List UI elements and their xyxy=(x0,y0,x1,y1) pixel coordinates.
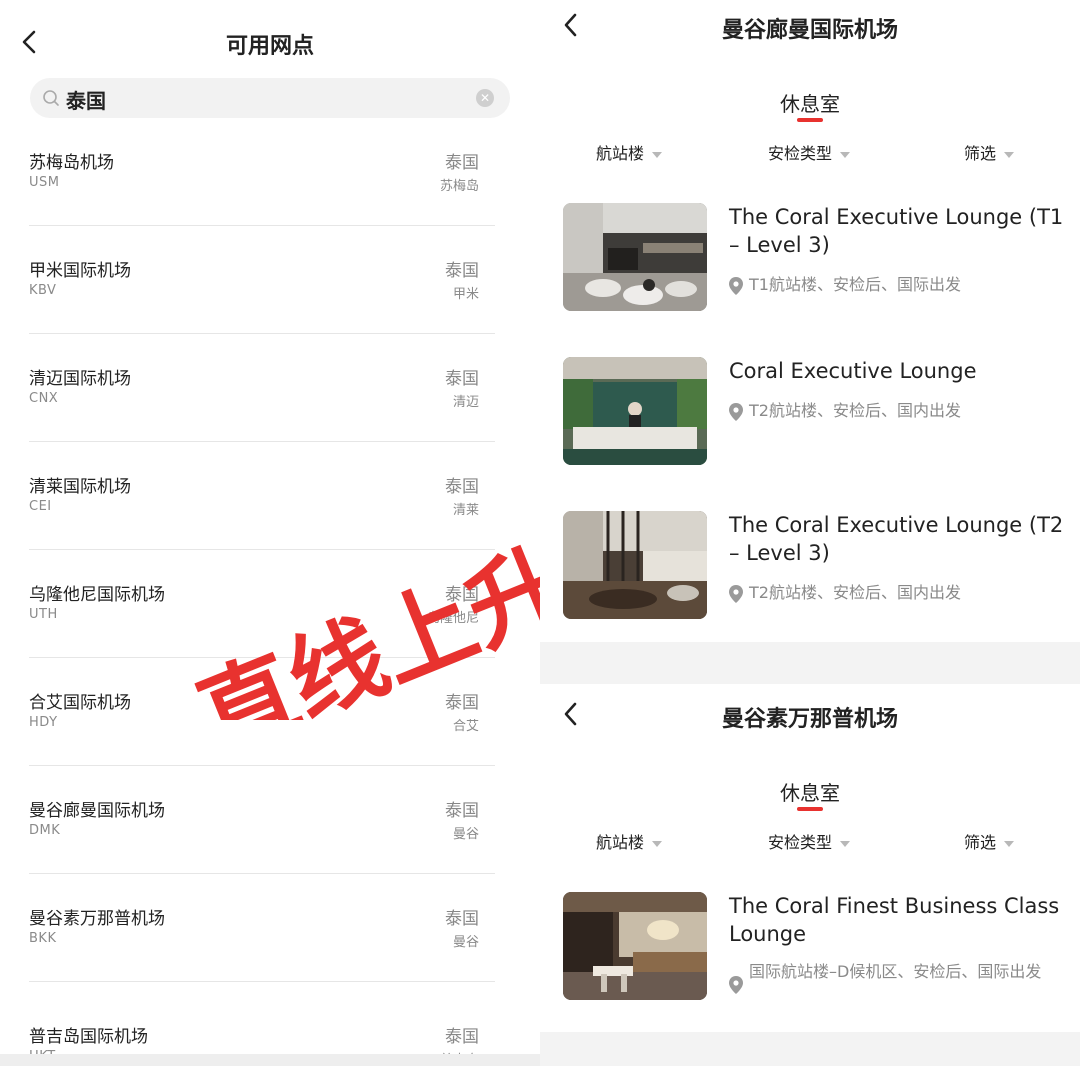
bkk-lounge-panel: 曼谷素万那普机场 休息室 航站楼 安检类型 筛选 The Coral Fines… xyxy=(540,684,1080,1032)
filter-security-type[interactable]: 安检类型 xyxy=(768,140,851,164)
location-pin-icon xyxy=(729,277,743,295)
lounge-photo xyxy=(563,892,707,1000)
airport-country: 泰国 xyxy=(445,801,479,821)
search-input[interactable]: 泰国 ✕ xyxy=(30,78,510,118)
list-item[interactable]: 合艾国际机场 HDY 泰国 合艾 xyxy=(0,658,540,766)
caret-down-icon xyxy=(652,151,663,158)
airport-country: 泰国 xyxy=(445,369,479,389)
airport-code: HDY xyxy=(29,715,58,730)
airport-country: 泰国 xyxy=(445,693,479,713)
tab-lounge[interactable]: 休息室 xyxy=(778,777,842,806)
lounge-name: The Coral Executive Lounge (T1 – Level 3… xyxy=(729,205,1064,257)
airport-country: 泰国 xyxy=(445,1027,479,1047)
filter-label: 安检类型 xyxy=(768,144,833,163)
bottom-bar xyxy=(0,1054,540,1066)
airport-name: 甲米国际机场 xyxy=(29,261,131,281)
list-item[interactable]: 苏梅岛机场 USM 泰国 苏梅岛 xyxy=(0,118,540,226)
airport-code: UTH xyxy=(29,607,58,622)
filter-bar: 航站楼 安检类型 筛选 xyxy=(540,140,1080,164)
search-value[interactable]: 泰国 xyxy=(66,85,106,114)
airport-code: CEI xyxy=(29,499,52,514)
airport-name: 苏梅岛机场 xyxy=(29,153,114,173)
caret-down-icon xyxy=(1004,151,1015,158)
clear-search-icon[interactable]: ✕ xyxy=(476,89,494,107)
location-pin-icon xyxy=(729,976,743,994)
lounge-photo xyxy=(563,357,707,465)
lounge-photo xyxy=(563,203,707,311)
dmk-lounge-panel: 曼谷廊曼国际机场 休息室 航站楼 安检类型 筛选 The Coral Execu… xyxy=(540,0,1080,642)
airport-city: 清迈 xyxy=(452,395,479,410)
tab-indicator xyxy=(797,807,823,811)
list-item[interactable]: 清莱国际机场 CEI 泰国 清莱 xyxy=(0,442,540,550)
airport-name: 合艾国际机场 xyxy=(29,693,131,713)
lounge-location: T2航站楼、安检后、国内出发 xyxy=(729,581,1059,605)
lounge-location: T2航站楼、安检后、国内出发 xyxy=(729,399,1059,423)
tab-indicator xyxy=(797,118,823,122)
filter-bar: 航站楼 安检类型 筛选 xyxy=(540,829,1080,853)
lounge-photo xyxy=(563,511,707,619)
caret-down-icon xyxy=(652,840,663,847)
airport-city: 清莱 xyxy=(452,503,479,518)
lounge-location: T1航站楼、安检后、国际出发 xyxy=(729,273,1059,297)
airport-city: 曼谷 xyxy=(452,827,479,842)
filter-label: 航站楼 xyxy=(596,833,645,852)
airport-name: 乌隆他尼国际机场 xyxy=(29,585,165,605)
filter-terminal[interactable]: 航站楼 xyxy=(596,140,663,164)
filter-more[interactable]: 筛选 xyxy=(964,829,1015,853)
airport-code: KBV xyxy=(29,283,57,298)
airport-country: 泰国 xyxy=(445,153,479,173)
tab-lounge[interactable]: 休息室 xyxy=(778,88,842,117)
filter-label: 筛选 xyxy=(964,833,997,852)
location-text: 国际航站楼–D候机区、安检后、国际出发 xyxy=(749,962,1042,981)
page-title: 曼谷素万那普机场 xyxy=(721,707,898,732)
caret-down-icon xyxy=(840,151,851,158)
page-title: 可用网点 xyxy=(225,34,314,59)
list-item[interactable]: 乌隆他尼国际机场 UTH 泰国 乌隆他尼 xyxy=(0,550,540,658)
airport-city: 曼谷 xyxy=(452,935,479,950)
airport-name: 曼谷素万那普机场 xyxy=(29,909,165,929)
list-item[interactable]: 曼谷素万那普机场 BKK 泰国 曼谷 xyxy=(0,874,540,982)
filter-security-type[interactable]: 安检类型 xyxy=(768,829,851,853)
filter-label: 安检类型 xyxy=(768,833,833,852)
search-icon xyxy=(43,90,59,106)
list-item[interactable]: 清迈国际机场 CNX 泰国 清迈 xyxy=(0,334,540,442)
filter-more[interactable]: 筛选 xyxy=(964,140,1015,164)
lounge-name: The Coral Executive Lounge (T2 – Level 3… xyxy=(729,513,1064,565)
list-item[interactable]: 曼谷廊曼国际机场 DMK 泰国 曼谷 xyxy=(0,766,540,874)
airport-city: 甲米 xyxy=(452,287,479,302)
page-title: 曼谷廊曼国际机场 xyxy=(721,18,898,43)
airport-code: DMK xyxy=(29,823,61,838)
airport-country: 泰国 xyxy=(445,477,479,497)
location-text: T2航站楼、安检后、国内出发 xyxy=(749,583,961,602)
airport-name: 普吉岛国际机场 xyxy=(29,1027,148,1047)
airport-city: 苏梅岛 xyxy=(439,179,479,194)
airport-name: 清迈国际机场 xyxy=(29,369,131,389)
location-text: T1航站楼、安检后、国际出发 xyxy=(749,275,961,294)
lounge-name: The Coral Finest Business Class Lounge xyxy=(729,894,1060,946)
lounge-name: Coral Executive Lounge xyxy=(729,359,977,383)
airport-country: 泰国 xyxy=(445,585,479,605)
location-text: T2航站楼、安检后、国内出发 xyxy=(749,401,961,420)
airport-list-screen: 可用网点 泰国 ✕ 苏梅岛机场 USM 泰国 苏梅岛 甲米国际机场 KBV 泰国… xyxy=(0,0,540,1066)
airport-city: 合艾 xyxy=(452,719,479,734)
lounge-location: 国际航站楼–D候机区、安检后、国际出发 xyxy=(729,960,1059,994)
airport-city: 乌隆他尼 xyxy=(426,611,479,626)
airport-country: 泰国 xyxy=(445,261,479,281)
filter-label: 航站楼 xyxy=(596,144,645,163)
list-item[interactable]: 甲米国际机场 KBV 泰国 甲米 xyxy=(0,226,540,334)
airport-code: USM xyxy=(29,175,60,190)
location-pin-icon xyxy=(729,585,743,603)
filter-label: 筛选 xyxy=(964,144,997,163)
caret-down-icon xyxy=(1004,840,1015,847)
lounge-screens: 曼谷廊曼国际机场 休息室 航站楼 安检类型 筛选 The Coral Execu… xyxy=(540,0,1080,1066)
airport-code: CNX xyxy=(29,391,59,406)
airport-country: 泰国 xyxy=(445,909,479,929)
caret-down-icon xyxy=(840,840,851,847)
airport-name: 清莱国际机场 xyxy=(29,477,131,497)
airport-list: 苏梅岛机场 USM 泰国 苏梅岛 甲米国际机场 KBV 泰国 甲米 清迈国际机场… xyxy=(0,118,540,1066)
filter-terminal[interactable]: 航站楼 xyxy=(596,829,663,853)
airport-name: 曼谷廊曼国际机场 xyxy=(29,801,165,821)
location-pin-icon xyxy=(729,403,743,421)
airport-code: BKK xyxy=(29,931,57,946)
